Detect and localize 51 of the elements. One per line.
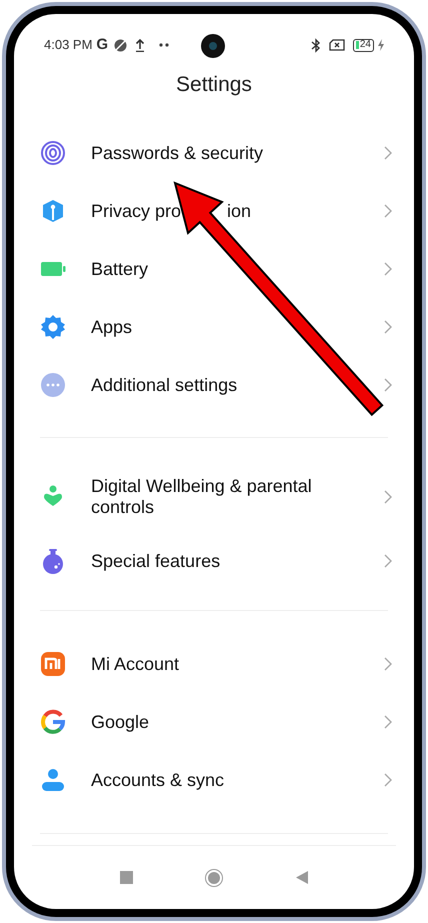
person-icon xyxy=(40,767,66,793)
row-label: Digital Wellbeing & parental controls xyxy=(91,476,313,518)
settings-row[interactable]: Additional settings xyxy=(14,356,414,414)
google-icon xyxy=(40,709,66,735)
fingerprint-icon xyxy=(40,140,66,166)
row-label: Accounts & sync xyxy=(91,770,226,790)
row-label: Mi Account xyxy=(91,654,180,674)
flask-icon xyxy=(40,548,66,574)
settings-row[interactable]: Battery xyxy=(14,240,414,298)
status-time: 4:03 PM xyxy=(44,36,92,54)
back-icon[interactable] xyxy=(296,871,308,884)
chevron-right-icon xyxy=(384,657,392,671)
chevron-right-icon xyxy=(384,378,392,392)
chevron-right-icon xyxy=(384,715,392,729)
settings-row[interactable]: Accounts & sync xyxy=(14,751,414,809)
status-glyph: G xyxy=(96,34,108,55)
row-label: Passwords & security xyxy=(91,142,264,164)
chevron-right-icon xyxy=(384,204,392,218)
more-dots-icon xyxy=(159,43,170,47)
row-label: Google xyxy=(91,712,150,732)
bluetooth-icon xyxy=(310,38,321,52)
mi-logo-icon xyxy=(40,651,66,677)
more-icon xyxy=(40,372,66,398)
settings-row[interactable]: Special features xyxy=(14,532,414,590)
settings-row[interactable]: Digital Wellbeing & parental controls xyxy=(14,462,414,532)
recents-button[interactable] xyxy=(120,871,134,884)
front-camera-icon xyxy=(201,34,225,58)
home-button[interactable] xyxy=(205,868,224,886)
row-label: ion xyxy=(227,200,252,222)
row-label: Apps xyxy=(91,316,134,338)
battery-indicator: 24 xyxy=(352,38,374,52)
chevron-right-icon xyxy=(384,554,392,568)
no-sim-icon xyxy=(328,39,345,51)
gear-icon xyxy=(40,314,66,340)
circle-slash-icon xyxy=(114,38,128,52)
settings-row[interactable]: Passwords & security xyxy=(14,124,414,182)
page-title: Settings xyxy=(175,72,253,98)
chevron-right-icon xyxy=(384,320,392,334)
chevron-right-icon xyxy=(384,262,392,276)
row-label: Special features xyxy=(91,550,222,572)
row-label: Additional settings xyxy=(91,374,238,396)
chevron-right-icon xyxy=(384,773,392,787)
shield-icon xyxy=(40,198,66,224)
chevron-right-icon xyxy=(384,490,392,504)
settings-row[interactable]: Mi Account xyxy=(14,635,414,693)
upload-icon xyxy=(135,38,146,52)
row-label: Battery xyxy=(91,258,150,280)
settings-row[interactable]: Google xyxy=(14,693,414,751)
chevron-right-icon xyxy=(384,146,392,160)
charging-icon xyxy=(378,39,384,51)
row-label: Privacy pro xyxy=(91,200,182,222)
